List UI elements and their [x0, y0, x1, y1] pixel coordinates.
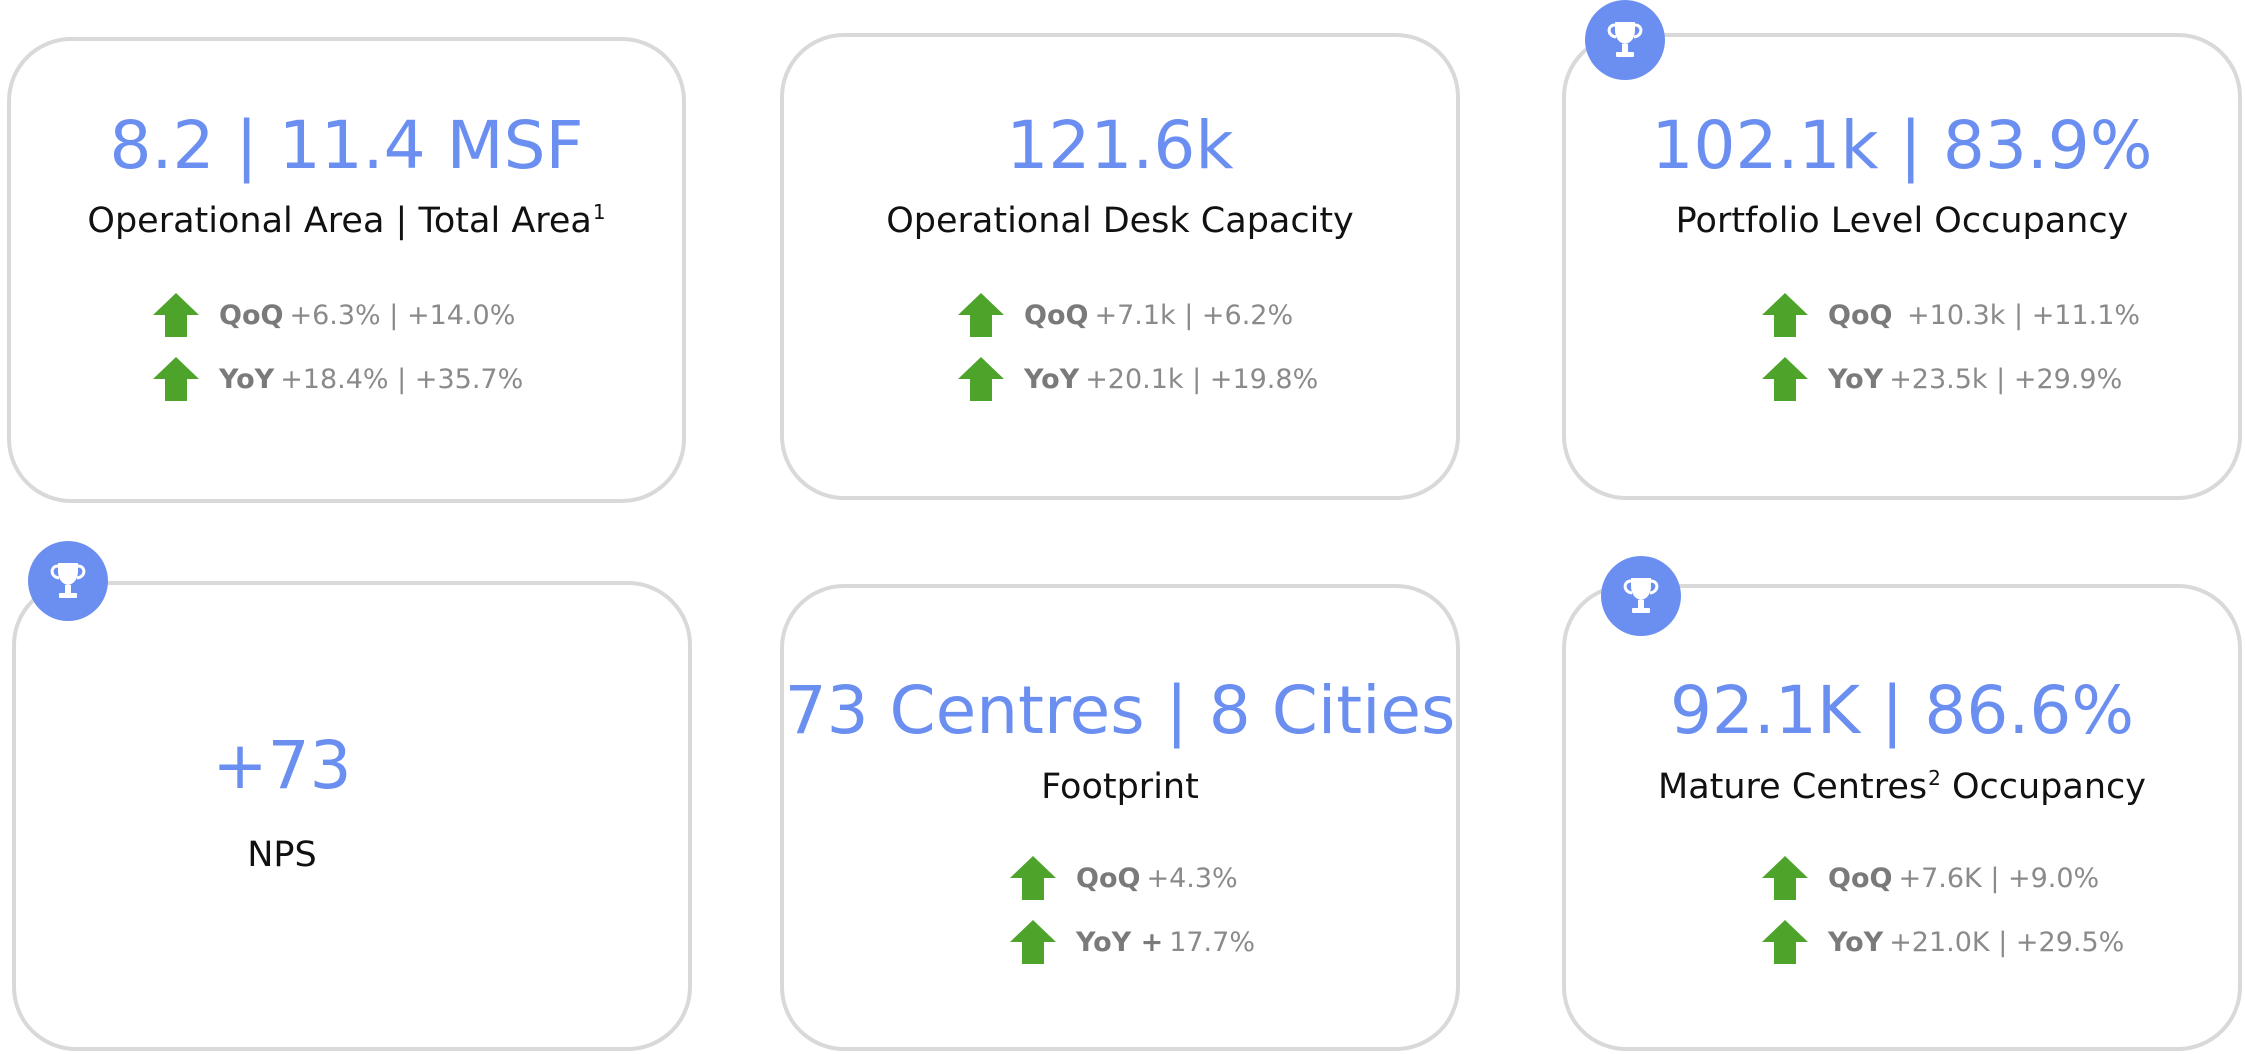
metric-card-mature-occupancy: 92.1K | 86.6% Mature Centres2 Occupancy … — [1562, 584, 2242, 1051]
stat-label: QoQ — [1076, 862, 1141, 894]
trophy-glyph — [1617, 572, 1665, 620]
stats-list: QoQ +7.1k | +6.2% YoY +20.1k | +19.8% — [958, 293, 1318, 421]
stat-value: +23.5k | +29.9% — [1889, 363, 2123, 395]
stat-value: +4.3% — [1146, 862, 1238, 894]
metric-card-desk-capacity: 121.6k Operational Desk Capacity QoQ +7.1… — [780, 33, 1460, 500]
footnote-marker: 1 — [592, 200, 606, 224]
card-subtitle: Footprint — [1041, 767, 1199, 807]
card-headline: 73 Centres | 8 Cities — [784, 672, 1456, 749]
trophy-glyph — [44, 557, 92, 605]
stat-yoy: YoY +20.1k | +19.8% — [958, 357, 1318, 401]
card-subtitle: Operational Area | Total Area1 — [11, 201, 682, 241]
stat-value: +7.6K | +9.0% — [1898, 862, 2100, 894]
arrow-up-icon — [958, 293, 1004, 337]
stat-yoy: YoY +17.7% — [1010, 920, 1255, 964]
arrow-up-icon — [1762, 293, 1808, 337]
stat-qoq: QoQ +10.3k | +11.1% — [1762, 293, 2140, 337]
stats-list: QoQ +4.3% YoY +17.7% — [1010, 856, 1255, 984]
stat-qoq: QoQ +7.6K | +9.0% — [1762, 856, 2124, 900]
arrow-up-icon — [958, 357, 1004, 401]
metric-card-portfolio-occupancy: 102.1k | 83.9% Portfolio Level Occupancy… — [1562, 33, 2242, 500]
trophy-icon — [1585, 0, 1665, 80]
stat-label: QoQ — [1828, 862, 1893, 894]
stat-label: YoY — [1828, 363, 1884, 395]
card-subtitle: Mature Centres2 Occupancy — [1566, 767, 2238, 807]
card-subtitle: Operational Desk Capacity — [886, 201, 1354, 241]
stats-list: QoQ +10.3k | +11.1% YoY +23.5k | +29.9% — [1762, 293, 2140, 421]
stat-label: QoQ — [1024, 299, 1089, 331]
subtitle-tail: Occupancy — [1940, 767, 2146, 807]
stat-value: +18.4% | +35.7% — [280, 363, 524, 395]
card-headline: 121.6k — [1006, 107, 1234, 184]
trophy-icon — [1601, 556, 1681, 636]
subtitle-text: Operational Area | Total Area — [87, 201, 592, 241]
arrow-up-icon — [1762, 856, 1808, 900]
trophy-glyph — [1601, 16, 1649, 64]
stat-yoy: YoY +23.5k | +29.9% — [1762, 357, 2140, 401]
stat-label: QoQ — [1828, 299, 1893, 331]
arrow-up-icon — [1010, 920, 1056, 964]
arrow-up-icon — [153, 293, 199, 337]
stat-value: +7.1k | +6.2% — [1094, 299, 1294, 331]
stat-value: +20.1k | +19.8% — [1085, 363, 1319, 395]
arrow-up-icon — [1762, 357, 1808, 401]
card-subtitle: Portfolio Level Occupancy — [1675, 201, 2129, 241]
stat-label: YoY — [1024, 363, 1080, 395]
arrow-up-icon — [1762, 920, 1808, 964]
stats-list: QoQ +7.6K | +9.0% YoY +21.0K | +29.5% — [1762, 856, 2124, 984]
stat-yoy: YoY +21.0K | +29.5% — [1762, 920, 2124, 964]
stat-yoy: YoY +18.4% | +35.7% — [153, 357, 523, 401]
stat-label: YoY — [219, 363, 275, 395]
metric-card-nps: +73 NPS — [12, 581, 692, 1051]
stat-value: +21.0K | +29.5% — [1889, 926, 2125, 958]
stat-label: QoQ — [219, 299, 284, 331]
subtitle-text: Mature Centres — [1658, 767, 1928, 807]
card-headline: 102.1k | 83.9% — [1651, 107, 2153, 184]
trophy-icon — [28, 541, 108, 621]
stat-value: +10.3k | +11.1% — [1898, 299, 2141, 331]
stats-list: QoQ +6.3% | +14.0% YoY +18.4% | +35.7% — [153, 293, 523, 421]
metric-card-area: 8.2 | 11.4 MSF Operational Area | Total … — [7, 37, 686, 503]
arrow-up-icon — [153, 357, 199, 401]
card-headline: 8.2 | 11.4 MSF — [109, 107, 584, 184]
footnote-marker: 2 — [1928, 766, 1941, 790]
stat-value: 17.7% — [1169, 926, 1255, 958]
stat-value: +6.3% | +14.0% — [289, 299, 516, 331]
stat-qoq: QoQ +4.3% — [1010, 856, 1255, 900]
stat-qoq: QoQ +6.3% | +14.0% — [153, 293, 523, 337]
metric-card-footprint: 73 Centres | 8 Cities Footprint QoQ +4.3%… — [780, 584, 1460, 1051]
card-headline: 92.1K | 86.6% — [1669, 672, 2135, 749]
card-subtitle: NPS — [247, 835, 317, 875]
card-headline: +73 — [212, 727, 352, 804]
stat-qoq: QoQ +7.1k | +6.2% — [958, 293, 1318, 337]
stat-label: YoY — [1828, 926, 1884, 958]
stat-label: YoY + — [1076, 926, 1164, 958]
arrow-up-icon — [1010, 856, 1056, 900]
